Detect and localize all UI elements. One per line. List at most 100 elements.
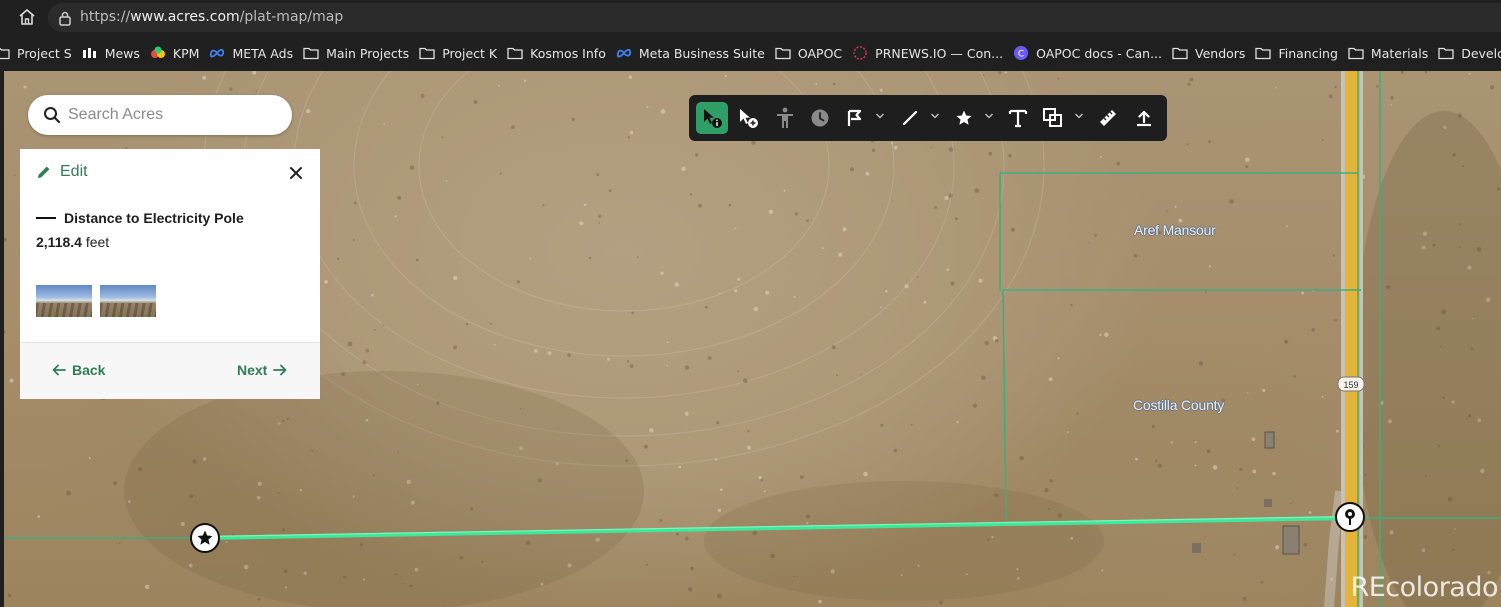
shrub-dot bbox=[1194, 441, 1197, 444]
tool-select-add[interactable] bbox=[734, 102, 762, 134]
shrub-dot bbox=[257, 597, 261, 601]
shrub-dot bbox=[4, 237, 7, 242]
bookmark-item[interactable]: META Ads bbox=[209, 40, 303, 66]
shrub-dot bbox=[643, 444, 648, 449]
bookmark-item[interactable]: Financing bbox=[1255, 40, 1347, 66]
shrub-dot bbox=[982, 74, 985, 76]
shrub-dot bbox=[608, 189, 612, 192]
shrub-dot bbox=[956, 420, 959, 424]
bookmark-item[interactable]: Developm bbox=[1438, 40, 1501, 66]
bookmark-item[interactable]: Vendors bbox=[1172, 40, 1255, 66]
tool-select-info[interactable] bbox=[696, 102, 728, 134]
back-button[interactable]: Back bbox=[52, 362, 105, 378]
tool-history[interactable] bbox=[806, 102, 834, 134]
close-icon[interactable] bbox=[288, 165, 304, 181]
shrub-dot bbox=[645, 563, 649, 566]
shrub-dot bbox=[607, 357, 610, 361]
star-icon bbox=[197, 530, 213, 545]
shrub-dot bbox=[1245, 157, 1250, 162]
photo-thumbnail[interactable] bbox=[100, 285, 156, 317]
shrub-dot bbox=[660, 109, 666, 114]
shrub-dot bbox=[629, 130, 634, 135]
bookmark-label: Mews bbox=[104, 45, 140, 61]
shrub-dot bbox=[1311, 328, 1315, 332]
shrub-dot bbox=[1245, 165, 1249, 168]
bookmark-item[interactable]: Meta Business Suite bbox=[616, 40, 775, 66]
shrub-dot bbox=[499, 172, 502, 175]
shrub-dot bbox=[596, 173, 600, 177]
shrub-dot bbox=[362, 360, 367, 365]
bookmark-item[interactable]: Project K bbox=[419, 40, 507, 66]
tool-export[interactable] bbox=[1130, 102, 1158, 134]
folder-icon bbox=[0, 46, 10, 60]
next-button[interactable]: Next bbox=[237, 362, 287, 378]
shrub-dot bbox=[806, 219, 809, 223]
shrub-dot bbox=[1400, 71, 1404, 74]
shrub-dot bbox=[718, 292, 721, 295]
shrub-dot bbox=[746, 445, 752, 450]
tool-marker[interactable] bbox=[950, 102, 978, 134]
shrub-dot bbox=[493, 343, 496, 346]
bookmark-item[interactable]: OAPOC bbox=[775, 40, 852, 66]
electricity-pole-marker[interactable] bbox=[1335, 502, 1365, 532]
shrub-dot bbox=[1174, 205, 1177, 208]
shrub-dot bbox=[1321, 139, 1324, 142]
edit-button[interactable]: Edit bbox=[36, 163, 88, 181]
parcel-label-owner[interactable]: Aref Mansour bbox=[1134, 222, 1216, 238]
bookmark-item[interactable]: Mews bbox=[82, 40, 150, 66]
tool-text[interactable] bbox=[1003, 102, 1033, 134]
shrub-dot bbox=[728, 203, 732, 207]
bookmark-item[interactable]: Project S bbox=[0, 40, 82, 66]
shrub-dot bbox=[1133, 254, 1138, 258]
shrub-dot bbox=[838, 252, 843, 257]
shrub-dot bbox=[1057, 357, 1060, 360]
shrub-dot bbox=[1290, 502, 1292, 505]
chevron-down-icon[interactable] bbox=[930, 112, 940, 120]
tool-line[interactable] bbox=[896, 102, 924, 134]
shrub-dot bbox=[676, 532, 679, 536]
shrub-dot bbox=[972, 403, 978, 408]
shrub-dot bbox=[821, 247, 824, 250]
shrub-dot bbox=[1390, 104, 1393, 106]
shrub-dot bbox=[523, 79, 527, 82]
shrub-dot bbox=[452, 345, 457, 350]
shrub-dot bbox=[252, 71, 257, 75]
start-point-marker[interactable] bbox=[190, 523, 220, 553]
search-input[interactable] bbox=[68, 103, 278, 127]
shrub-dot bbox=[768, 209, 773, 214]
address-bar[interactable]: https://www.acres.com/plat-map/map bbox=[48, 3, 1501, 32]
bookmark-item[interactable]: KPM bbox=[150, 40, 210, 66]
tool-person[interactable] bbox=[771, 102, 799, 134]
recolorado-watermark: REcolorado bbox=[1350, 572, 1498, 603]
shrub-dot bbox=[1390, 96, 1394, 100]
shrub-dot bbox=[473, 100, 478, 105]
shrub-dot bbox=[1239, 467, 1243, 471]
shrub-dot bbox=[202, 75, 207, 80]
chevron-down-icon[interactable] bbox=[875, 112, 885, 120]
home-button[interactable] bbox=[14, 6, 40, 28]
bookmark-item[interactable]: Materials bbox=[1348, 40, 1438, 66]
photo-thumbnail[interactable] bbox=[36, 285, 92, 317]
bookmark-item[interactable]: Kosmos Info bbox=[507, 40, 616, 66]
shrub-dot bbox=[7, 593, 12, 598]
building bbox=[1264, 499, 1272, 507]
shrub-dot bbox=[629, 364, 634, 368]
shrub-dot bbox=[865, 171, 870, 176]
shrub-dot bbox=[626, 360, 630, 363]
parcel-label-county[interactable]: Costilla County bbox=[1133, 397, 1224, 413]
pencil-icon bbox=[38, 166, 50, 178]
shrub-dot bbox=[1233, 553, 1236, 556]
shrub-dot bbox=[1252, 469, 1257, 474]
tool-parcel[interactable] bbox=[841, 102, 869, 134]
chevron-down-icon[interactable] bbox=[984, 112, 994, 120]
bookmark-item[interactable]: PRNEWS.IO — Con... bbox=[852, 40, 1013, 66]
shrub-dot bbox=[646, 106, 649, 108]
bookmark-item[interactable]: Main Projects bbox=[303, 40, 419, 66]
search-bar[interactable] bbox=[28, 95, 292, 135]
measurement-title: Distance to Electricity Pole bbox=[36, 210, 244, 226]
tool-shapes[interactable] bbox=[1039, 102, 1067, 134]
url-domain: www.acres.com bbox=[130, 9, 240, 25]
tool-measure[interactable] bbox=[1094, 102, 1122, 134]
bookmark-item[interactable]: C OAPOC docs - Can... bbox=[1013, 40, 1172, 66]
chevron-down-icon[interactable] bbox=[1074, 112, 1084, 120]
